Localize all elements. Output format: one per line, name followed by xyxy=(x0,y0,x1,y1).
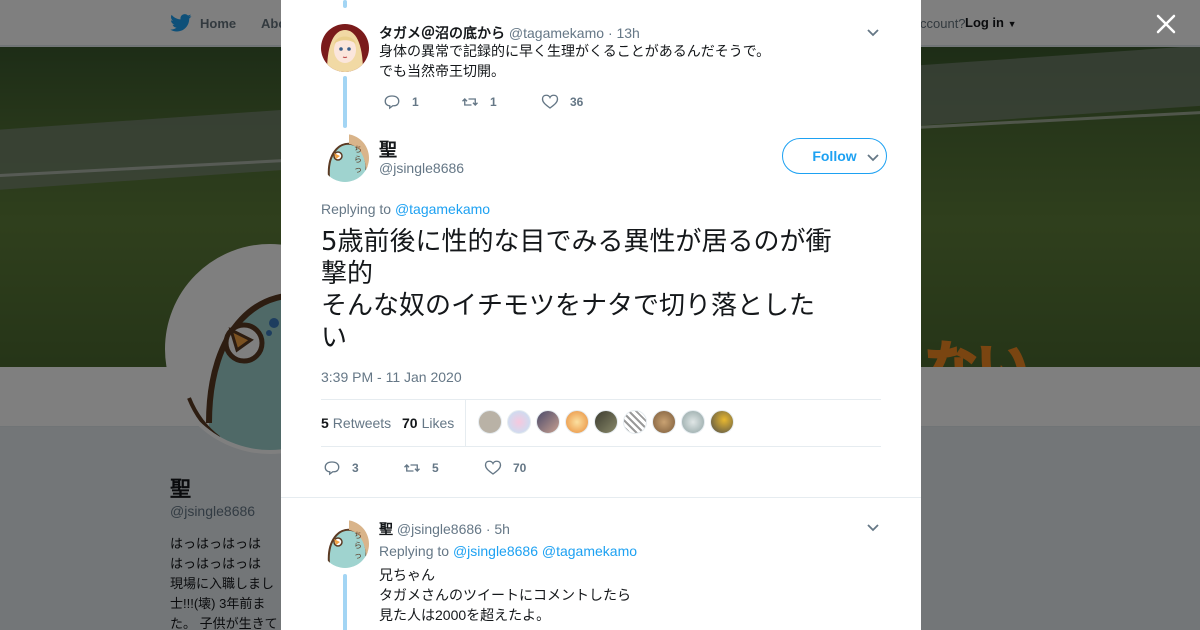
reply-button[interactable]: 1 xyxy=(383,93,461,111)
tweet-text: 5歳前後に性的な目でみる異性が居るのが衝 撃的 そんな奴のイチモツをナタで切り落… xyxy=(321,226,871,354)
replying-to: Replying to @jsingle8686 @tagamekamo xyxy=(379,541,637,561)
reply-icon xyxy=(324,461,340,476)
liker-avatar[interactable] xyxy=(594,410,618,434)
reply-icon xyxy=(384,95,400,110)
tweet-text-line: そんな奴のイチモツをナタで切り落とした xyxy=(321,291,816,321)
svg-text:っ: っ xyxy=(354,165,362,174)
like-button[interactable]: 70 xyxy=(484,459,526,477)
author-name[interactable]: 聖 xyxy=(379,136,397,162)
retweets-stat[interactable]: 5 Retweets xyxy=(321,415,391,431)
like-count: 36 xyxy=(570,95,584,109)
heart-icon xyxy=(484,460,502,475)
retweet-count: 5 xyxy=(432,461,439,475)
tweet-text-line: 見た人は2000を超えたよ。 xyxy=(379,607,551,623)
tweet-text: 身体の異常で記録的に早く生理がくることがあるんだそうで。 でも当然帝王切開。 xyxy=(379,41,770,81)
mention-link[interactable]: @tagamekamo xyxy=(395,201,490,217)
svg-text:ら: ら xyxy=(354,541,362,550)
likes-stat[interactable]: 70 Likes xyxy=(402,415,454,431)
close-modal-button[interactable] xyxy=(1152,10,1180,38)
mention-link[interactable]: @tagamekamo xyxy=(542,543,637,559)
tweet-text-line: 兄ちゃん xyxy=(379,567,435,583)
liker-avatar[interactable] xyxy=(565,410,589,434)
tweet-header: 聖 @jsingle8686 · 5h xyxy=(379,519,510,539)
thread-connector xyxy=(343,76,347,128)
svg-text:っ: っ xyxy=(354,551,362,560)
author-handle[interactable]: @tagamekamo xyxy=(509,25,604,41)
tweet-timestamp[interactable]: 3:39 PM - 11 Jan 2020 xyxy=(321,369,462,385)
tweet-permalink-modal: タガメ＠沼の底から @tagamekamo · 13h 身体の異常で記録的に早く… xyxy=(281,0,921,630)
tweet-text-line: 撃的 xyxy=(321,259,374,289)
liker-avatar[interactable] xyxy=(652,410,676,434)
tweet-text-line: い xyxy=(321,323,348,353)
doll-avatar[interactable] xyxy=(321,24,369,72)
retweet-count: 1 xyxy=(490,95,497,109)
reply-button[interactable]: 3 xyxy=(323,459,403,477)
heart-icon xyxy=(541,94,559,109)
tweet-separator xyxy=(281,497,921,498)
tweet-text: 兄ちゃん タガメさんのツイートにコメントしたら 見た人は2000を超えたよ。 xyxy=(379,565,631,625)
close-icon xyxy=(1156,14,1176,34)
svg-text:ら: ら xyxy=(354,155,362,164)
tweet-menu-caret[interactable] xyxy=(865,149,881,165)
retweet-icon xyxy=(462,98,478,106)
tweet-stats: 5 Retweets 70 Likes xyxy=(321,399,881,447)
mention-link[interactable]: @jsingle8686 xyxy=(453,543,538,559)
doll-avatar-icon xyxy=(321,24,369,72)
liker-avatar[interactable] xyxy=(623,410,647,434)
tweet-text-line: 身体の異常で記録的に早く生理がくることがあるんだそうで。 xyxy=(379,43,771,59)
replying-prefix: Replying to xyxy=(321,201,392,217)
tweet-time[interactable]: · 5h xyxy=(486,521,510,537)
parakeet-avatar-icon: ち ら っ xyxy=(321,520,369,568)
tweet-header: タガメ＠沼の底から @tagamekamo · 13h xyxy=(379,23,640,43)
chevron-down-icon xyxy=(867,524,879,532)
tweet-menu-caret[interactable] xyxy=(865,519,881,535)
reply-count: 3 xyxy=(352,461,359,475)
liker-avatar[interactable] xyxy=(710,410,734,434)
thread-connector xyxy=(343,574,347,630)
liker-avatar[interactable] xyxy=(478,410,502,434)
reply-count: 1 xyxy=(412,95,419,109)
tweet-text-line: タガメさんのツイートにコメントしたら xyxy=(379,587,631,603)
author-name[interactable]: タガメ＠沼の底から xyxy=(379,25,505,41)
retweets-stat-count: 5 xyxy=(321,415,329,431)
replying-to: Replying to @tagamekamo xyxy=(321,201,490,217)
like-count: 70 xyxy=(513,461,527,475)
likes-stat-label: Likes xyxy=(421,415,455,431)
tweet-time[interactable]: · 13h xyxy=(608,25,640,41)
author-handle[interactable]: @jsingle8686 xyxy=(379,160,464,176)
liker-avatar[interactable] xyxy=(681,410,705,434)
tweet-actions: 1 1 36 xyxy=(383,93,583,111)
retweet-button[interactable]: 5 xyxy=(403,459,484,477)
parakeet-avatar-icon: ち ら っ xyxy=(321,134,369,182)
author-name[interactable]: 聖 xyxy=(379,521,393,537)
chevron-down-icon xyxy=(867,154,879,162)
parakeet-avatar[interactable]: ち ら っ xyxy=(321,520,369,568)
liker-avatar[interactable] xyxy=(507,410,531,434)
tweet-text-line: でも当然帝王切開。 xyxy=(379,63,505,79)
tweet-menu-caret[interactable] xyxy=(865,24,881,40)
liker-avatar[interactable] xyxy=(536,410,560,434)
chevron-down-icon xyxy=(867,29,879,37)
svg-text:ち: ち xyxy=(354,531,362,540)
tweet-actions: 3 5 70 xyxy=(323,459,526,477)
retweet-button[interactable]: 1 xyxy=(461,93,541,111)
author-handle[interactable]: @jsingle8686 xyxy=(397,521,482,537)
stats-divider xyxy=(465,400,466,447)
parakeet-avatar[interactable]: ち ら っ xyxy=(321,134,369,182)
retweet-icon xyxy=(404,464,420,472)
retweets-stat-label: Retweets xyxy=(332,415,392,431)
liker-avatars xyxy=(478,410,734,434)
replying-prefix: Replying to xyxy=(379,543,450,559)
likes-stat-count: 70 xyxy=(402,415,418,431)
svg-text:ち: ち xyxy=(354,145,362,154)
thread-connector xyxy=(343,0,347,8)
tweet-text-line: 5歳前後に性的な目でみる異性が居るのが衝 xyxy=(321,227,832,257)
like-button[interactable]: 36 xyxy=(541,93,583,111)
